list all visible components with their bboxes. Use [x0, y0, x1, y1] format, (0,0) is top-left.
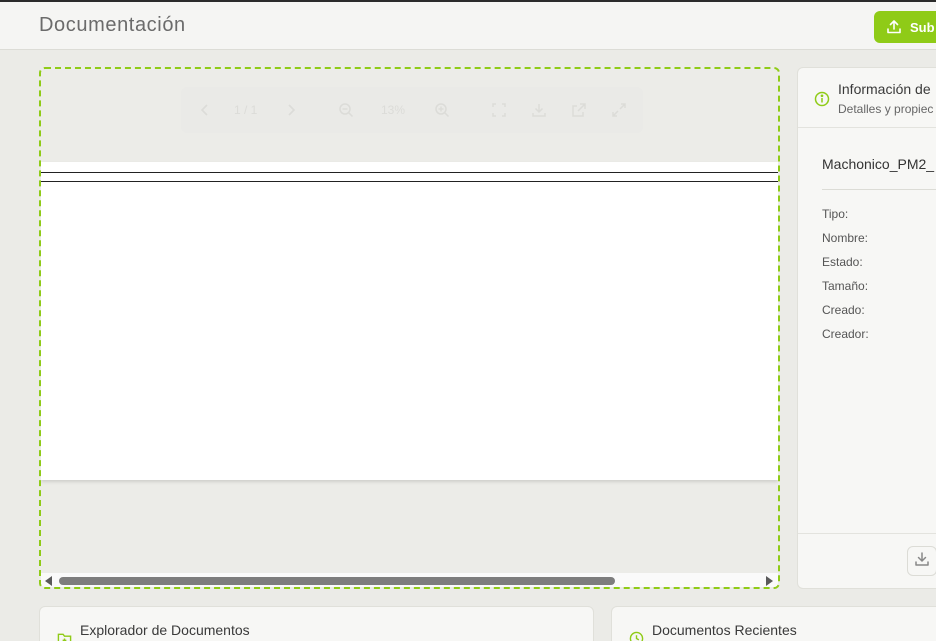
property-label-size: Tamaño: — [822, 279, 869, 293]
info-panel-title: Información de — [838, 81, 931, 97]
property-label-type: Tipo: — [822, 207, 849, 221]
upload-button[interactable]: Sub — [874, 11, 936, 43]
document-viewer[interactable]: 1 / 1 13% — [39, 67, 780, 589]
info-panel-subtitle: Detalles y propiec — [838, 102, 934, 116]
download-icon — [914, 551, 930, 572]
info-panel-header: Información de Detalles y propiec — [798, 68, 936, 128]
recent-documents-card: Documentos Recientes — [611, 606, 936, 641]
clock-icon — [629, 631, 644, 641]
download-button[interactable] — [907, 546, 936, 576]
pdf-page — [41, 162, 778, 480]
page-indicator: 1 / 1 — [234, 103, 258, 117]
property-label-name: Nombre: — [822, 231, 869, 245]
document-info-panel: Información de Detalles y propiec Machon… — [797, 67, 936, 589]
pdf-rule-line — [41, 172, 778, 173]
pdf-rule-line — [41, 181, 778, 182]
property-label-creator: Creador: — [822, 327, 869, 341]
upload-button-label: Sub — [910, 19, 935, 35]
card-title: Documentos Recientes — [652, 622, 797, 638]
scroll-right-arrow-icon[interactable] — [766, 576, 773, 586]
file-name: Machonico_PM2_ — [822, 156, 935, 172]
divider — [798, 533, 936, 534]
card-title: Explorador de Documentos — [80, 622, 250, 638]
folder-icon — [57, 631, 72, 641]
scrollbar-thumb[interactable] — [59, 577, 615, 585]
divider — [822, 189, 936, 190]
fit-page-icon[interactable] — [491, 102, 507, 118]
zoom-out-icon[interactable] — [338, 102, 354, 118]
horizontal-scrollbar[interactable] — [41, 573, 778, 587]
property-label-status: Estado: — [822, 255, 863, 269]
page-title: Documentación — [39, 14, 186, 36]
chevron-left-icon[interactable] — [197, 102, 213, 118]
zoom-in-icon[interactable] — [434, 102, 450, 118]
viewer-toolbar: 1 / 1 13% — [181, 87, 643, 133]
app-header: Documentación Sub — [0, 2, 936, 50]
document-explorer-card: Explorador de Documentos — [39, 606, 594, 641]
upload-icon — [886, 19, 902, 35]
zoom-level: 13% — [381, 103, 406, 117]
open-external-icon[interactable] — [571, 102, 587, 118]
chevron-right-icon[interactable] — [283, 102, 299, 118]
scroll-left-arrow-icon[interactable] — [45, 576, 52, 586]
property-label-created: Creado: — [822, 303, 865, 317]
download-icon[interactable] — [531, 102, 547, 118]
fullscreen-icon[interactable] — [611, 102, 627, 118]
info-icon — [814, 91, 830, 107]
